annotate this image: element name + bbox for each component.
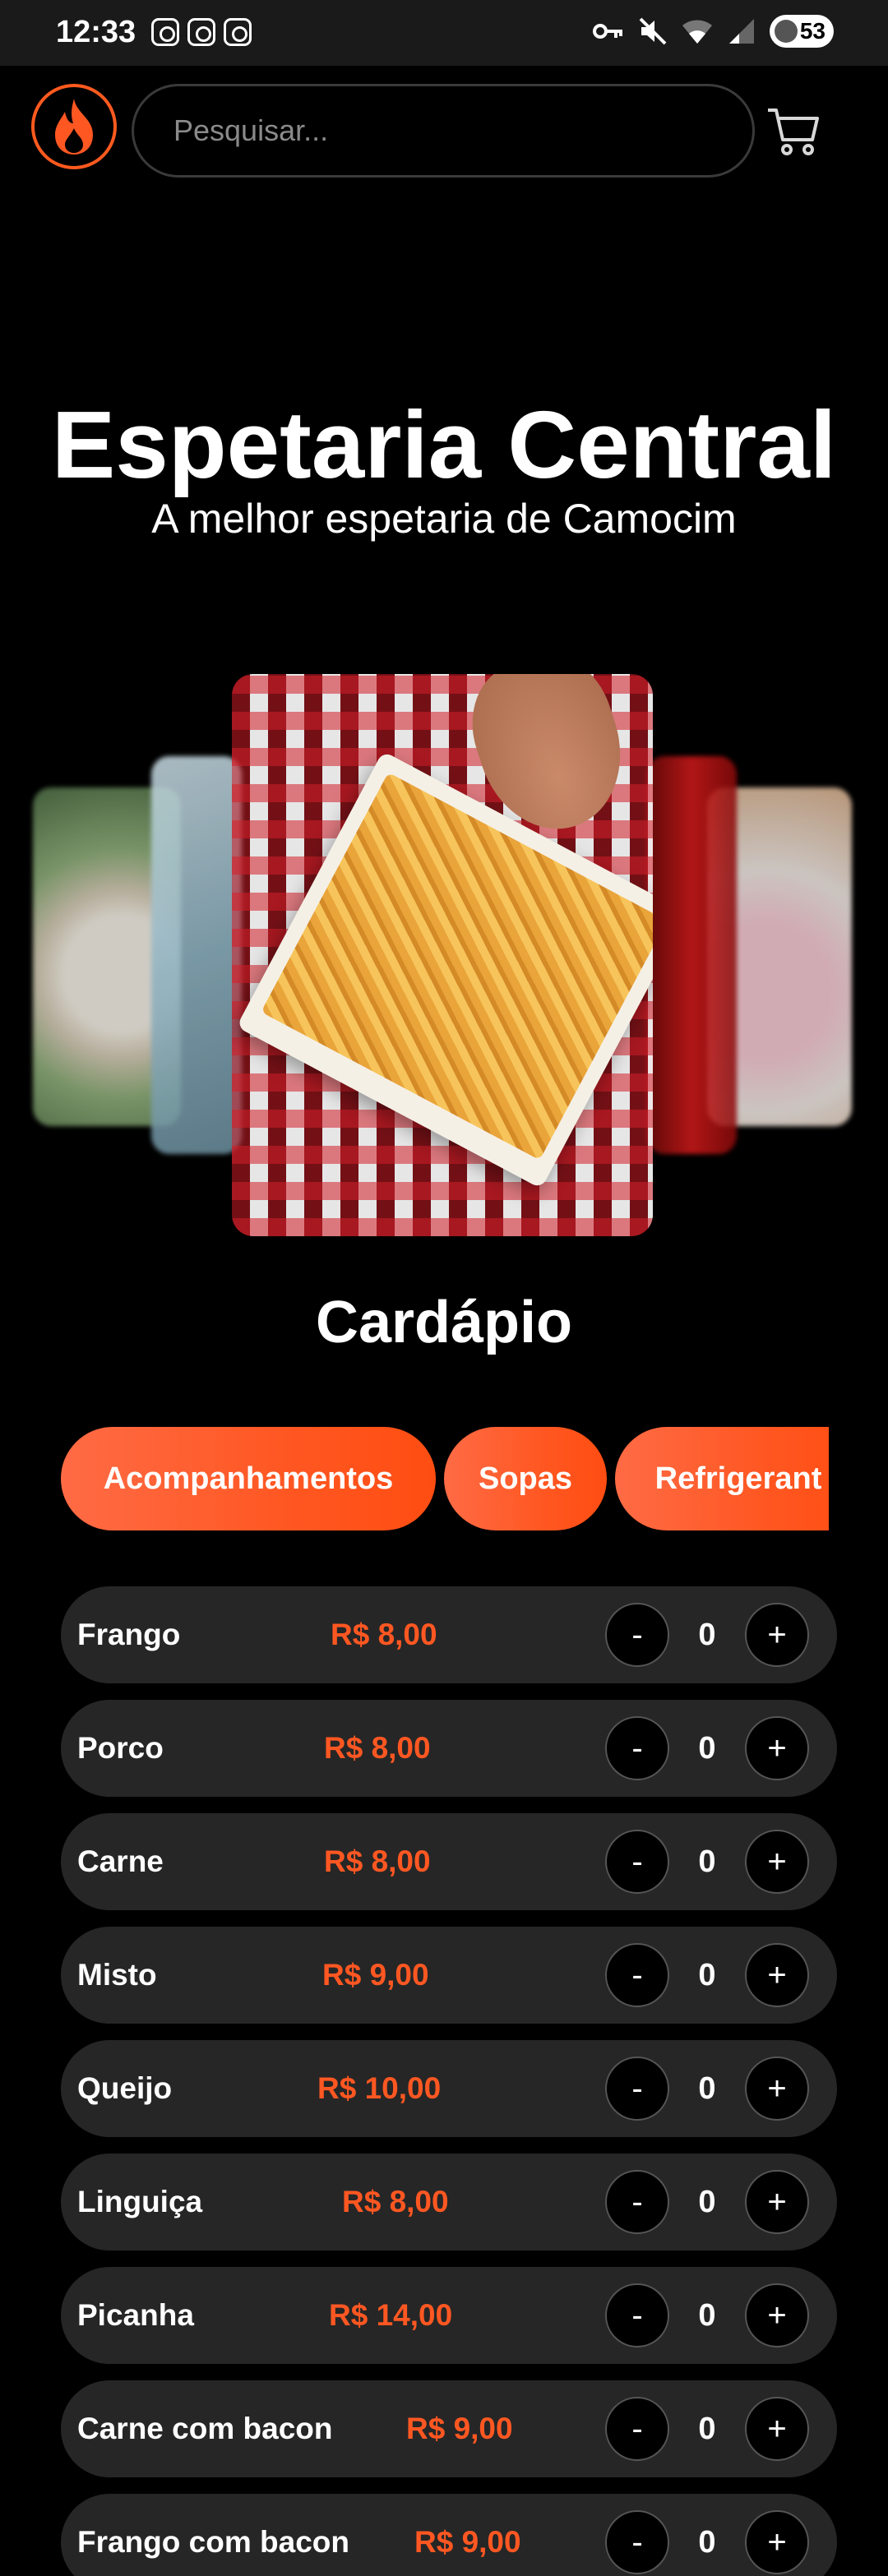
status-bar: 12:33 53 (0, 0, 888, 66)
screenshot-icon (151, 18, 179, 46)
item-quantity: 0 (698, 2298, 716, 2333)
item-price: R$ 9,00 (322, 1958, 429, 1992)
item-price: R$ 8,00 (342, 2185, 449, 2218)
cart-icon[interactable] (765, 102, 824, 161)
item-price: R$ 8,00 (324, 1731, 431, 1765)
category-tabs: Acompanhamentos Sopas Refrigerant (61, 1427, 829, 1530)
key-icon (592, 15, 625, 48)
menu-item-row: Porco R$ 8,00 - 0 + (61, 1700, 837, 1797)
tab-acompanhamentos[interactable]: Acompanhamentos (61, 1427, 436, 1530)
item-quantity: 0 (698, 2071, 716, 2106)
instagram-icon (187, 18, 215, 46)
increase-button[interactable]: + (745, 2283, 809, 2347)
menu-list: Frango R$ 8,00 - 0 + Porco R$ 8,00 - 0 +… (61, 1586, 837, 2576)
item-price: R$ 10,00 (317, 2071, 442, 2105)
item-name: Linguiça (77, 2185, 203, 2218)
increase-button[interactable]: + (745, 1603, 809, 1667)
increase-button[interactable]: + (745, 2170, 809, 2234)
menu-item-row: Queijo R$ 10,00 - 0 + (61, 2040, 837, 2137)
increase-button[interactable]: + (745, 2397, 809, 2461)
decrease-button[interactable]: - (605, 2397, 669, 2461)
status-time: 12:33 (56, 15, 136, 49)
wifi-icon (681, 15, 714, 48)
item-quantity: 0 (698, 2185, 716, 2219)
page-title: Espetaria Central (51, 391, 837, 498)
notification-icons (151, 18, 252, 46)
increase-button[interactable]: + (745, 1716, 809, 1780)
fries (261, 772, 653, 1161)
item-price: R$ 8,00 (331, 1618, 437, 1651)
signal-icon (725, 15, 758, 48)
decrease-button[interactable]: - (605, 2283, 669, 2347)
decrease-button[interactable]: - (605, 1716, 669, 1780)
menu-item-row: Carne R$ 8,00 - 0 + (61, 1813, 837, 1910)
tab-sopas[interactable]: Sopas (444, 1427, 607, 1530)
item-quantity: 0 (698, 1731, 716, 1766)
decrease-button[interactable]: - (605, 2510, 669, 2574)
increase-button[interactable]: + (745, 1943, 809, 2007)
item-name: Queijo (77, 2071, 173, 2105)
battery-indicator: 53 (770, 15, 834, 48)
item-quantity: 0 (698, 2525, 716, 2560)
item-name: Frango (77, 1618, 181, 1651)
item-price: R$ 9,00 (414, 2525, 521, 2559)
carousel-image-fries[interactable] (232, 674, 653, 1236)
carousel-image-coke[interactable] (646, 756, 737, 1154)
item-name: Picanha (77, 2298, 194, 2332)
menu-item-row: Frango R$ 8,00 - 0 + (61, 1586, 837, 1683)
item-name: Carne (77, 1844, 164, 1878)
item-price: R$ 9,00 (406, 2412, 513, 2445)
item-name: Frango com bacon (77, 2525, 349, 2559)
menu-item-row: Linguiça R$ 8,00 - 0 + (61, 2154, 837, 2251)
tab-refrigerantes[interactable]: Refrigerant (615, 1427, 829, 1530)
item-price: R$ 14,00 (329, 2298, 453, 2332)
flame-logo-icon[interactable] (31, 84, 117, 169)
system-icons: 53 (592, 15, 834, 48)
decrease-button[interactable]: - (605, 1603, 669, 1667)
menu-item-row: Picanha R$ 14,00 - 0 + (61, 2267, 837, 2364)
item-price: R$ 8,00 (324, 1844, 431, 1878)
increase-button[interactable]: + (745, 2510, 809, 2574)
item-quantity: 0 (698, 1958, 716, 1992)
instagram-icon (224, 18, 252, 46)
item-quantity: 0 (698, 2412, 716, 2446)
decrease-button[interactable]: - (605, 1830, 669, 1894)
decrease-button[interactable]: - (605, 2170, 669, 2234)
decrease-button[interactable]: - (605, 2057, 669, 2121)
item-name: Porco (77, 1731, 164, 1765)
search-input[interactable] (132, 84, 755, 178)
decrease-button[interactable]: - (605, 1943, 669, 2007)
page-subtitle: A melhor espetaria de Camocim (151, 496, 737, 542)
menu-item-row: Misto R$ 9,00 - 0 + (61, 1927, 837, 2024)
item-name: Misto (77, 1958, 157, 1992)
mute-icon (636, 15, 669, 48)
item-quantity: 0 (698, 1618, 716, 1652)
carousel-image-dish[interactable] (151, 756, 242, 1154)
menu-title: Cardápio (315, 1290, 573, 1355)
item-quantity: 0 (698, 1844, 716, 1879)
menu-item-row: Carne com bacon R$ 9,00 - 0 + (61, 2380, 837, 2477)
increase-button[interactable]: + (745, 2057, 809, 2121)
menu-item-row: Frango com bacon R$ 9,00 - 0 + (61, 2494, 837, 2576)
increase-button[interactable]: + (745, 1830, 809, 1894)
item-name: Carne com bacon (77, 2412, 333, 2445)
